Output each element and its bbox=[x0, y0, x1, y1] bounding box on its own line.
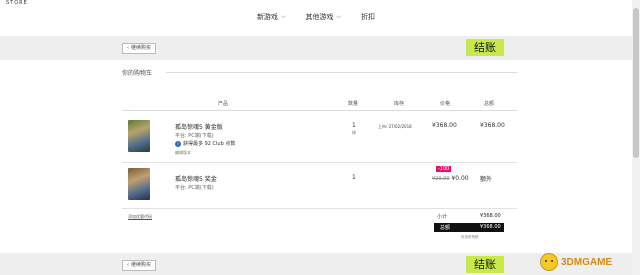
nav-label: 其他游戏 bbox=[305, 13, 334, 21]
release-date: 上市: 27/02/2018 bbox=[378, 124, 412, 129]
quantity-value[interactable]: 1 bbox=[352, 174, 356, 181]
scrollbar-thumb[interactable] bbox=[633, 8, 639, 158]
main-nav: 新游戏 ⌵ 其他游戏 ⌵ 折扣 bbox=[0, 12, 632, 22]
col-total: 总额 bbox=[484, 101, 495, 107]
remove-link[interactable]: 移 bbox=[352, 130, 356, 136]
product-platform: 平台: PC端(下载) bbox=[175, 133, 214, 139]
total-label: 总额 bbox=[440, 225, 451, 231]
nav-new-games[interactable]: 新游戏 ⌵ bbox=[257, 12, 286, 22]
add-promo-code-link[interactable]: 添加优惠代码 bbox=[128, 214, 152, 220]
product-platform: 平台: PC端(下载) bbox=[175, 185, 214, 191]
chevron-left-icon: ‹ bbox=[127, 262, 129, 268]
nav-other-games[interactable]: 其他游戏 ⌵ bbox=[306, 12, 342, 22]
brand-logo[interactable]: STORE bbox=[6, 0, 28, 6]
quantity-value[interactable]: 1 bbox=[352, 122, 356, 129]
product-thumbnail[interactable] bbox=[128, 168, 150, 200]
cart-title: 你的购物车 bbox=[122, 70, 153, 77]
divider bbox=[122, 110, 517, 111]
club-points: i 获得最多 92 Club 点数 bbox=[175, 140, 235, 147]
site-watermark: 3DMGAME bbox=[540, 250, 634, 274]
total-bar: 总额 ¥368.00 bbox=[434, 223, 504, 232]
top-navigation: STORE 新游戏 ⌵ 其他游戏 ⌵ 折扣 bbox=[0, 0, 632, 36]
chevron-down-icon: ⌵ bbox=[336, 13, 342, 20]
col-product: 产品 bbox=[218, 101, 229, 107]
edit-edition-link[interactable]: 编辑版本 bbox=[175, 150, 191, 156]
continue-shopping-button[interactable]: ‹ 继续购买 bbox=[122, 260, 157, 271]
mascot-logo-icon bbox=[540, 253, 558, 271]
total-value: ¥368.00 bbox=[480, 224, 501, 230]
checkout-button[interactable]: 结账 bbox=[466, 256, 504, 273]
chevron-left-icon: ‹ bbox=[127, 45, 129, 51]
cart-row: 孤岛惊魂5 黄金版 平台: PC端(下载) i 获得最多 92 Club 点数 编… bbox=[122, 118, 517, 160]
nav-discounts[interactable]: 折扣 bbox=[361, 12, 375, 22]
divider bbox=[122, 208, 517, 209]
chevron-down-icon: ⌵ bbox=[280, 13, 286, 20]
subtotal-value: ¥368.00 bbox=[480, 213, 501, 219]
cart-row: 孤岛惊魂5 奖金 平台: PC端(下载) 1 -100 ¥29.00 ¥0.00… bbox=[122, 166, 517, 206]
sale-price: ¥0.00 bbox=[451, 175, 469, 182]
original-price: ¥29.00 bbox=[432, 176, 450, 182]
button-label: 继续购买 bbox=[131, 45, 152, 51]
scrollbar[interactable] bbox=[632, 0, 640, 275]
table-header: 产品 数量 库存 价格 总额 bbox=[122, 100, 517, 110]
club-text: 获得最多 92 Club 点数 bbox=[183, 141, 236, 147]
checkout-button[interactable]: 结账 bbox=[466, 39, 504, 56]
divider bbox=[166, 72, 517, 73]
subtotal-label: 小计 bbox=[437, 214, 448, 220]
nav-label: 新游戏 bbox=[256, 13, 278, 21]
item-price: ¥368.00 bbox=[432, 122, 457, 129]
nav-label: 折扣 bbox=[361, 13, 376, 21]
item-total: ¥368.00 bbox=[480, 122, 505, 129]
action-band-top: ‹ 继续购买 结账 bbox=[0, 36, 632, 60]
item-total: 额外 bbox=[480, 176, 493, 183]
discount-badge: -100 bbox=[436, 166, 452, 172]
product-name[interactable]: 孤岛惊魂5 黄金版 bbox=[175, 122, 223, 131]
item-price: ¥29.00 ¥0.00 bbox=[432, 175, 469, 182]
button-label: 继续购买 bbox=[131, 262, 152, 268]
tax-note: 包含所有税 bbox=[461, 235, 479, 239]
product-thumbnail[interactable] bbox=[128, 120, 150, 152]
col-stock: 库存 bbox=[394, 101, 405, 107]
action-band-bottom: ‹ 继续购买 结账 bbox=[0, 253, 632, 275]
watermark-text: 3DMGAME bbox=[561, 256, 613, 268]
col-price: 价格 bbox=[440, 101, 451, 107]
product-name[interactable]: 孤岛惊魂5 奖金 bbox=[175, 174, 217, 183]
divider bbox=[122, 162, 517, 163]
continue-shopping-button[interactable]: ‹ 继续购买 bbox=[122, 43, 157, 54]
club-icon: i bbox=[175, 140, 181, 147]
col-qty: 数量 bbox=[348, 101, 359, 107]
